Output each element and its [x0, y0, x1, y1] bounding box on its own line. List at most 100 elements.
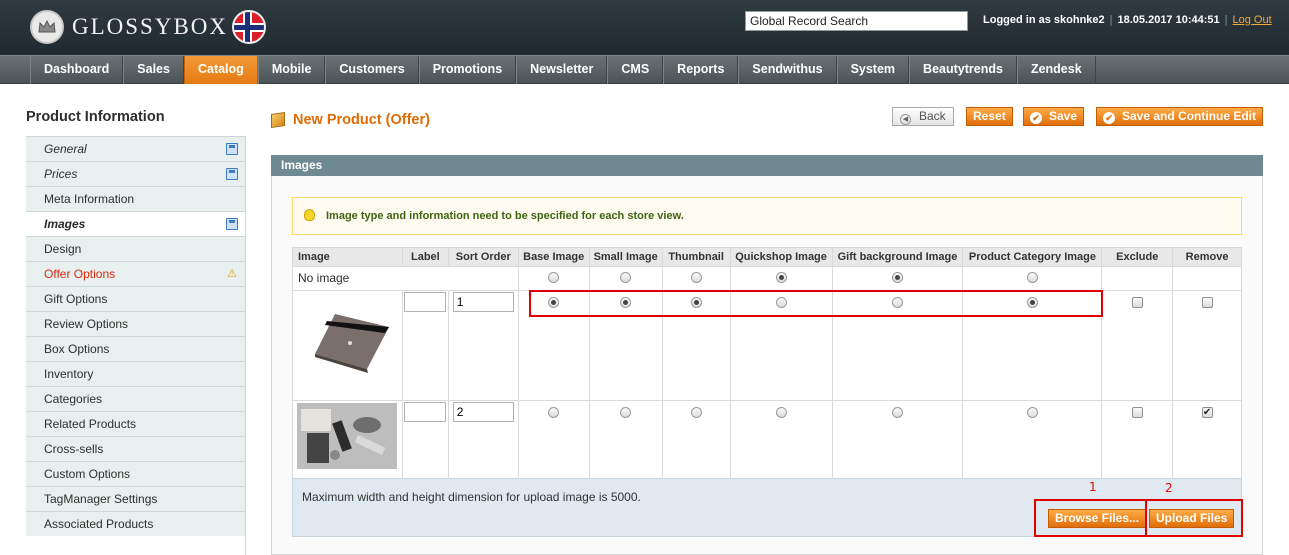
quickshop-image-radio[interactable]: [775, 407, 787, 418]
nav-customers[interactable]: Customers: [325, 56, 419, 84]
tab-offer-options[interactable]: Offer Options ⚠: [26, 261, 246, 286]
datetime-text: 18.05.2017 10:44:51: [1117, 14, 1220, 26]
col-thumbnail: Thumbnail: [661, 247, 731, 267]
product-category-image-radio[interactable]: [1026, 407, 1038, 418]
nav-sendwithus[interactable]: Sendwithus: [738, 56, 837, 84]
exclude-checkbox[interactable]: [1131, 297, 1143, 308]
glossybox-logo[interactable]: GLOSSYBOX: [30, 10, 267, 44]
nav-system[interactable]: System: [836, 56, 910, 84]
images-section-header: Images: [271, 155, 1263, 176]
tab-meta-information[interactable]: Meta Information: [26, 186, 246, 211]
crown-icon: [30, 10, 64, 44]
tab-label: Box Options: [44, 342, 110, 356]
check-icon: ✔: [1103, 112, 1115, 124]
no-image-label: No image: [292, 266, 519, 291]
nav-promotions[interactable]: Promotions: [418, 56, 517, 84]
table-header-row: Image Label Sort Order Base Image Small …: [292, 247, 1242, 267]
check-icon: ✔: [1030, 112, 1042, 124]
col-small-image: Small Image: [588, 247, 663, 267]
tab-label: General: [44, 142, 87, 156]
tab-general[interactable]: General: [26, 136, 246, 161]
tab-gift-options[interactable]: Gift Options: [26, 286, 246, 311]
tab-related-products[interactable]: Related Products: [26, 411, 246, 436]
sidebar-title: Product Information: [26, 109, 165, 125]
thumbnail-radio[interactable]: [690, 407, 702, 418]
nav-catalog[interactable]: Catalog: [183, 56, 258, 84]
lightbulb-icon: [304, 209, 315, 221]
highlight-box-browse: [1034, 499, 1147, 537]
back-label: Back: [919, 109, 946, 123]
page-title: New Product (Offer): [271, 112, 430, 128]
tab-inventory[interactable]: Inventory: [26, 361, 246, 386]
tab-label: Images: [44, 217, 86, 231]
tab-prices[interactable]: Prices: [26, 161, 246, 186]
changed-icon: [226, 168, 238, 180]
nav-sales[interactable]: Sales: [123, 56, 184, 84]
highlight-box-upload: [1145, 499, 1243, 537]
nav-dashboard[interactable]: Dashboard: [30, 56, 124, 84]
tab-cross-sells[interactable]: Cross-sells: [26, 436, 246, 461]
save-continue-button[interactable]: ✔ Save and Continue Edit: [1096, 107, 1264, 126]
base-image-radio[interactable]: [548, 407, 560, 418]
main-nav: Dashboard Sales Catalog Mobile Customers…: [0, 55, 1289, 84]
small-image-radio[interactable]: [620, 272, 632, 283]
tab-label: Offer Options: [44, 267, 116, 281]
nav-zendesk[interactable]: Zendesk: [1016, 56, 1096, 84]
col-image: Image: [292, 247, 403, 267]
nav-newsletter[interactable]: Newsletter: [516, 56, 608, 84]
label-input[interactable]: [404, 292, 447, 312]
tab-label: Review Options: [44, 317, 129, 331]
product-category-image-radio[interactable]: [1026, 272, 1038, 283]
back-button[interactable]: ◀ Back: [892, 107, 954, 126]
sort-order-input[interactable]: [452, 402, 514, 422]
images-table: Image Label Sort Order Base Image Small …: [292, 247, 1242, 479]
col-gift-background-image: Gift background Image: [831, 247, 964, 267]
logout-link[interactable]: Log Out: [1233, 14, 1272, 26]
tab-label: Design: [44, 242, 82, 256]
annotation-2: 2: [1165, 481, 1173, 495]
remove-checkbox[interactable]: ✔: [1201, 407, 1213, 418]
nav-reports[interactable]: Reports: [663, 56, 739, 84]
gift-background-image-radio[interactable]: [892, 272, 903, 283]
nav-mobile[interactable]: Mobile: [257, 56, 326, 84]
logo-text: GLOSSYBOX: [72, 14, 229, 39]
upload-hint: Maximum width and height dimension for u…: [302, 490, 641, 504]
global-search-input[interactable]: [745, 11, 968, 31]
tab-box-options[interactable]: Box Options: [26, 336, 246, 361]
notice-text: Image type and information need to be sp…: [326, 210, 684, 222]
label-input[interactable]: [404, 402, 447, 422]
tab-review-options[interactable]: Review Options: [26, 311, 246, 336]
small-image-radio[interactable]: [620, 407, 632, 418]
changed-icon: [226, 218, 238, 230]
remove-checkbox[interactable]: [1201, 297, 1213, 308]
tab-label: Associated Products: [44, 517, 154, 531]
sort-order-input[interactable]: [452, 292, 514, 312]
table-row: ✔: [292, 400, 1242, 479]
tab-label: Categories: [44, 392, 103, 406]
tab-custom-options[interactable]: Custom Options: [26, 461, 246, 486]
reset-button[interactable]: Reset: [966, 107, 1013, 126]
col-product-category-image: Product Category Image: [962, 247, 1103, 267]
exclude-checkbox[interactable]: [1131, 407, 1143, 418]
sidebar-divider: [245, 136, 246, 555]
tab-categories[interactable]: Categories: [26, 386, 246, 411]
tab-associated-products[interactable]: Associated Products: [26, 511, 246, 536]
tab-label: TagManager Settings: [44, 492, 158, 506]
thumbnail-radio[interactable]: [690, 272, 702, 283]
base-image-radio[interactable]: [548, 272, 560, 283]
user-info: Logged in as skohnke2 | 18.05.2017 10:44:5…: [983, 14, 1272, 26]
tab-label: Inventory: [44, 367, 94, 381]
product-image-box: [297, 299, 397, 399]
gift-background-image-radio[interactable]: [892, 407, 903, 418]
tab-tagmanager-settings[interactable]: TagManager Settings: [26, 486, 246, 511]
col-exclude: Exclude: [1101, 247, 1174, 267]
tab-images[interactable]: Images: [26, 211, 246, 236]
col-sort-order: Sort Order: [447, 247, 519, 267]
nav-beautytrends[interactable]: Beautytrends: [909, 56, 1017, 84]
save-continue-label: Save and Continue Edit: [1122, 109, 1257, 123]
tab-design[interactable]: Design: [26, 236, 246, 261]
quickshop-image-radio[interactable]: [775, 272, 787, 283]
save-button[interactable]: ✔ Save: [1023, 107, 1085, 126]
changed-icon: [226, 143, 238, 155]
nav-cms[interactable]: CMS: [607, 56, 664, 84]
